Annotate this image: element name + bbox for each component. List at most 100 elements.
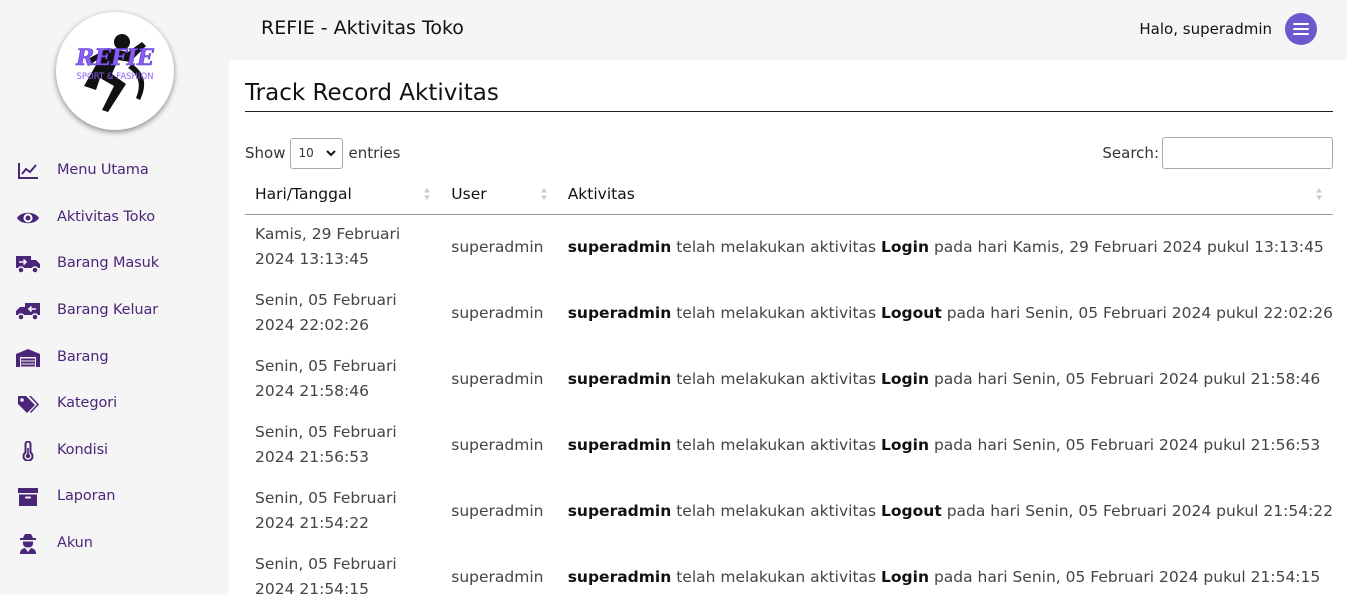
svg-text:REFIE: REFIE	[75, 45, 155, 71]
date-line: 2024 21:58:46	[255, 382, 369, 400]
cell-activity: superadmin telah melakukan aktivitas Log…	[558, 280, 1333, 346]
top-header: REFIE - Aktivitas Toko Halo, superadmin	[229, 0, 1347, 60]
date-line: 2024 21:54:15	[255, 580, 369, 595]
activity-actor: superadmin	[567, 567, 672, 586]
sidebar-item-kategori[interactable]: Kategori	[0, 384, 229, 424]
user-secret-icon	[15, 534, 41, 554]
entries-select-value: 10	[298, 146, 314, 160]
sidebar-item-label: Barang Masuk	[57, 255, 160, 271]
activity-actor: superadmin	[567, 435, 672, 454]
sidebar-item-kondisi[interactable]: Kondisi	[0, 431, 229, 471]
column-header-label: User	[451, 184, 487, 203]
column-header-label: Aktivitas	[567, 184, 635, 203]
date-line: 2024 21:54:22	[255, 514, 369, 532]
cell-date: Kamis, 29 Februari 2024 13:13:45	[245, 214, 441, 280]
user-greeting: Halo, superadmin	[1139, 20, 1272, 38]
activity-text: pada hari Senin, 05 Februari 2024 pukul …	[933, 369, 1321, 388]
entries-select[interactable]: 10	[290, 137, 344, 169]
cell-user: superadmin	[451, 435, 544, 454]
table-header-row: Hari/Tanggal User Aktivitas	[245, 174, 1333, 215]
activity-text: pada hari Kamis, 29 Februari 2024 pukul …	[933, 237, 1324, 256]
cell-date: Senin, 05 Februari 2024 21:56:53	[245, 412, 441, 478]
sort-icon	[424, 188, 431, 200]
cell-activity: superadmin telah melakukan aktivitas Log…	[558, 478, 1333, 544]
activity-text: pada hari Senin, 05 Februari 2024 pukul …	[946, 303, 1333, 322]
page-title: Track Record Aktivitas	[245, 80, 499, 106]
app-title: REFIE - Aktivitas Toko	[261, 17, 464, 39]
brand-logo[interactable]: REFIE SPORT & FASHION	[56, 12, 174, 130]
sidebar-item-laporan[interactable]: Laporan	[0, 477, 229, 517]
cell-user: superadmin	[451, 237, 544, 256]
search-box: Search:	[1102, 137, 1333, 169]
truck-icon	[15, 254, 41, 274]
cell-user: superadmin	[451, 567, 544, 586]
sidebar-item-aktivitas-toko[interactable]: Aktivitas Toko	[0, 198, 229, 238]
activity-text: telah melakukan aktivitas	[676, 567, 877, 586]
chevron-down-icon	[326, 149, 337, 156]
hamburger-menu-button[interactable]	[1285, 13, 1317, 45]
sidebar-item-label: Barang Keluar	[57, 302, 159, 318]
sidebar-item-barang-keluar[interactable]: Barang Keluar	[0, 291, 229, 331]
table-row: Senin, 05 Februari 2024 21:54:15 superadm…	[245, 544, 1333, 595]
length-menu: Show 10 entries	[245, 137, 400, 169]
table-row: Senin, 05 Februari 2024 22:02:26 superadm…	[245, 280, 1333, 346]
activity-text: pada hari Senin, 05 Februari 2024 pukul …	[933, 567, 1321, 586]
activity-text: pada hari Senin, 05 Februari 2024 pukul …	[946, 501, 1333, 520]
activity-action: Login	[881, 369, 929, 388]
date-line: 2024 22:02:26	[255, 316, 369, 334]
cell-date: Senin, 05 Februari 2024 22:02:26	[245, 280, 441, 346]
warehouse-icon	[15, 348, 41, 368]
date-line: 2024 13:13:45	[255, 250, 369, 269]
date-line: Senin, 05 Februari	[255, 423, 397, 441]
activity-actor: superadmin	[567, 303, 672, 322]
length-show-label: Show	[245, 144, 286, 162]
cell-activity: superadmin telah melakukan aktivitas Log…	[558, 544, 1333, 595]
activity-actor: superadmin	[567, 237, 672, 256]
activity-table: Hari/Tanggal User Aktivitas Kamis, 29 Fe…	[245, 174, 1333, 595]
cell-date: Senin, 05 Februari 2024 21:54:22	[245, 478, 441, 544]
column-header-date[interactable]: Hari/Tanggal	[245, 174, 442, 215]
activity-text: telah melakukan aktivitas	[676, 501, 877, 520]
cell-user: superadmin	[451, 369, 544, 388]
title-divider	[245, 111, 1333, 112]
date-line: Kamis, 29 Februari	[255, 225, 401, 244]
sidebar-item-barang-masuk[interactable]: Barang Masuk	[0, 244, 229, 284]
activity-text: telah melakukan aktivitas	[676, 303, 877, 322]
column-header-label: Hari/Tanggal	[255, 184, 352, 203]
activity-text: telah melakukan aktivitas	[676, 369, 877, 388]
search-input[interactable]	[1162, 137, 1333, 169]
date-line: Senin, 05 Februari	[255, 489, 397, 507]
cell-user: superadmin	[451, 303, 544, 322]
cell-user: superadmin	[451, 501, 544, 520]
column-header-user[interactable]: User	[441, 174, 558, 215]
length-entries-label: entries	[348, 144, 401, 162]
activity-actor: superadmin	[567, 369, 672, 388]
sort-icon	[1316, 188, 1322, 200]
cell-activity: superadmin telah melakukan aktivitas Log…	[558, 412, 1333, 478]
sidebar-item-menu-utama[interactable]: Menu Utama	[0, 151, 229, 191]
sidebar-item-barang[interactable]: Barang	[0, 338, 229, 378]
sidebar-item-label: Kondisi	[57, 442, 108, 458]
archive-icon	[15, 487, 41, 507]
cell-date: Senin, 05 Februari 2024 21:58:46	[245, 346, 441, 412]
activity-action: Login	[881, 237, 929, 256]
column-header-activity[interactable]: Aktivitas	[557, 174, 1333, 215]
sidebar-item-akun[interactable]: Akun	[0, 524, 229, 564]
activity-text: pada hari Senin, 05 Februari 2024 pukul …	[933, 435, 1321, 454]
thermometer-icon	[15, 441, 41, 461]
table-row: Senin, 05 Februari 2024 21:54:22 superadm…	[245, 478, 1333, 544]
sidebar-item-label: Kategori	[57, 395, 118, 411]
sidebar-item-label: Akun	[57, 535, 93, 551]
activity-actor: superadmin	[567, 501, 672, 520]
truck-loading-icon	[15, 301, 41, 321]
runner-logo-icon: REFIE SPORT & FASHION	[75, 34, 155, 112]
sidebar-item-label: Aktivitas Toko	[57, 209, 155, 225]
date-line: Senin, 05 Februari	[255, 555, 397, 573]
activity-action: Login	[881, 567, 929, 586]
cell-date: Senin, 05 Februari 2024 21:54:15	[245, 544, 441, 595]
table-row: Senin, 05 Februari 2024 21:56:53 superadm…	[245, 412, 1333, 478]
tags-icon	[15, 394, 41, 414]
cell-activity: superadmin telah melakukan aktivitas Log…	[558, 346, 1333, 412]
activity-text: telah melakukan aktivitas	[676, 237, 877, 256]
search-label: Search:	[1102, 144, 1159, 162]
